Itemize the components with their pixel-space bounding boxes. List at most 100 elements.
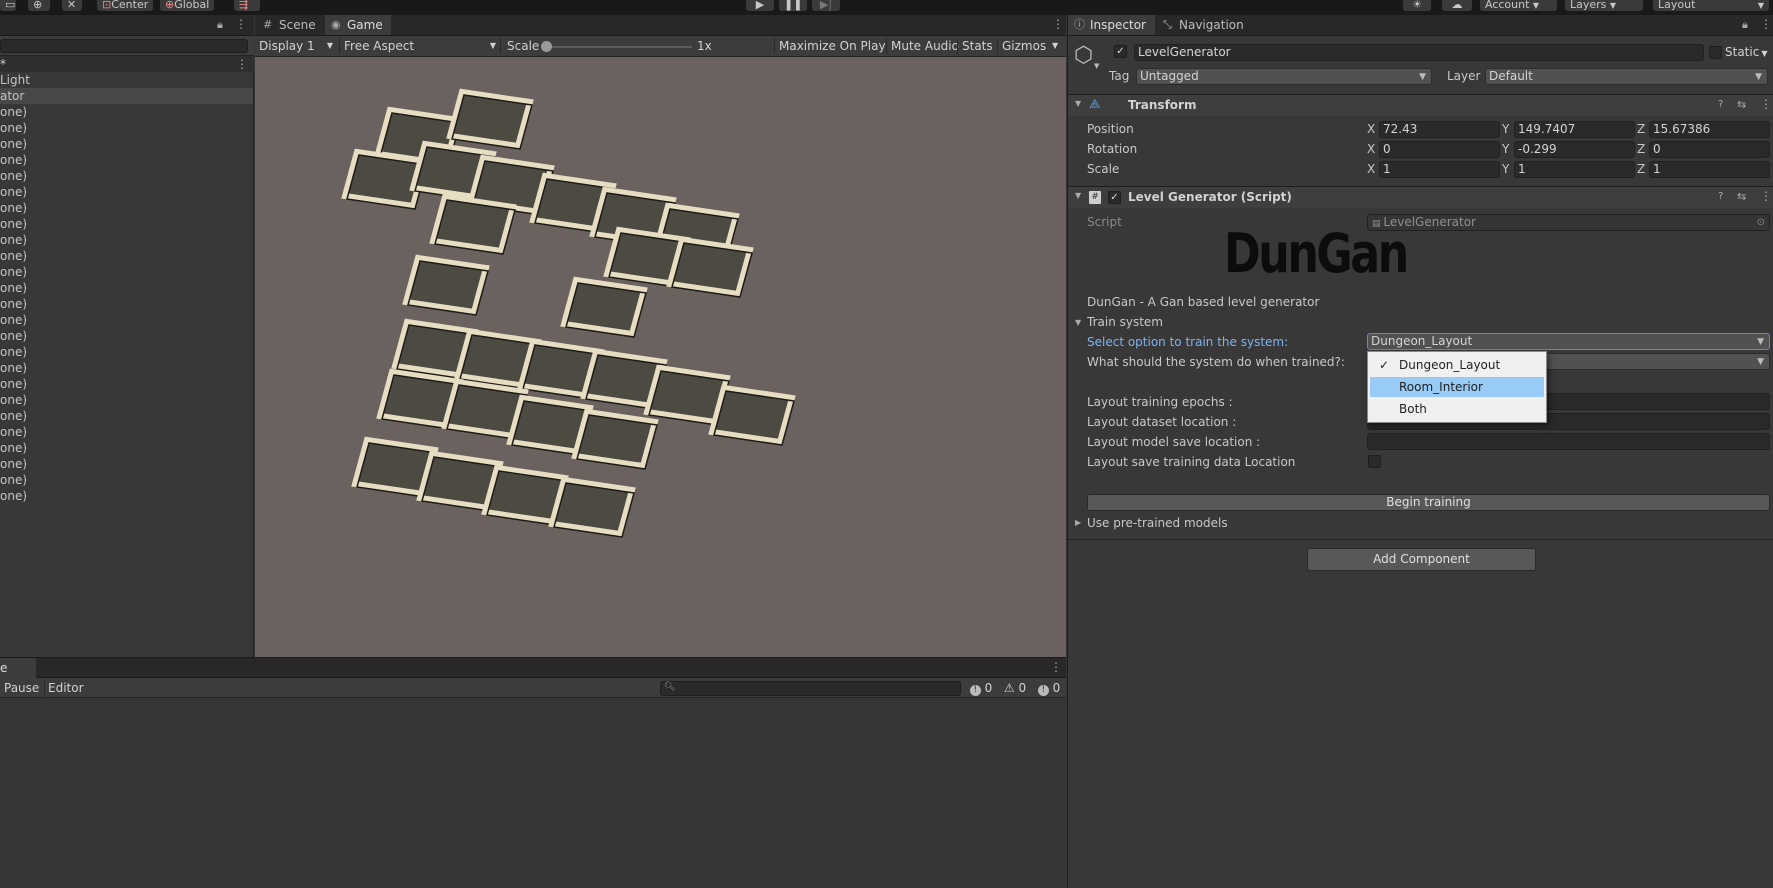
popup-option-room-interior[interactable]: Room_Interior: [1370, 377, 1544, 397]
error-count-toggle[interactable]: ! 0: [966, 680, 996, 696]
tag-dropdown[interactable]: Untagged ▼: [1136, 68, 1432, 85]
transform-tool-icon[interactable]: ⊕: [28, 0, 50, 11]
hierarchy-item[interactable]: one): [0, 456, 253, 472]
axis-y-label[interactable]: Y: [1502, 141, 1509, 157]
global-toggle-button[interactable]: ⊕Global: [160, 0, 215, 11]
axis-z-label[interactable]: Z: [1637, 161, 1645, 177]
active-checkbox[interactable]: ✓: [1114, 45, 1127, 58]
axis-z-label[interactable]: Z: [1637, 121, 1645, 137]
scale-slider-thumb[interactable]: [541, 41, 552, 52]
display-dropdown[interactable]: Display 1 ▼: [259, 38, 333, 54]
step-button[interactable]: ▶|: [812, 0, 840, 11]
hierarchy-item[interactable]: one): [0, 152, 253, 168]
hierarchy-item[interactable]: Light: [0, 72, 253, 88]
maximize-on-play-button[interactable]: Maximize On Play: [774, 38, 890, 54]
custom-tool-icon[interactable]: ✕: [62, 0, 82, 11]
more-menu-icon[interactable]: ⋮: [1760, 97, 1772, 111]
hierarchy-item[interactable]: one): [0, 376, 253, 392]
pause-button[interactable]: ❚❚: [779, 0, 807, 11]
scene-menu-icon[interactable]: ⋮: [236, 56, 248, 72]
services-icon[interactable]: ☀: [1403, 0, 1431, 11]
snap-icon[interactable]: ⇶: [234, 0, 260, 11]
tab-console[interactable]: e: [0, 658, 36, 678]
hierarchy-item[interactable]: one): [0, 344, 253, 360]
more-menu-icon[interactable]: ⋮: [1050, 660, 1062, 674]
model-save-location-input[interactable]: [1367, 433, 1770, 450]
hierarchy-item[interactable]: one): [0, 360, 253, 376]
more-menu-icon[interactable]: ⋮: [1760, 17, 1772, 31]
save-training-data-checkbox[interactable]: [1368, 455, 1381, 468]
more-menu-icon[interactable]: ⋮: [235, 17, 247, 31]
hierarchy-item[interactable]: one): [0, 440, 253, 456]
hierarchy-item[interactable]: one): [0, 184, 253, 200]
presets-icon[interactable]: ⇆: [1737, 190, 1746, 203]
hierarchy-item[interactable]: one): [0, 248, 253, 264]
scene-header-row[interactable]: * ⋮: [0, 56, 254, 72]
cloud-icon[interactable]: ☁: [1442, 0, 1472, 11]
console-log-area[interactable]: [0, 698, 1066, 888]
hierarchy-item[interactable]: one): [0, 312, 253, 328]
transform-y-input[interactable]: 1: [1514, 161, 1635, 178]
axis-z-label[interactable]: Z: [1637, 141, 1645, 157]
transform-z-input[interactable]: 0: [1649, 141, 1770, 158]
axis-x-label[interactable]: X: [1367, 121, 1375, 137]
console-search-input[interactable]: 🔍︎: [660, 681, 961, 696]
object-name-field[interactable]: LevelGenerator: [1134, 44, 1704, 61]
gizmos-button[interactable]: Gizmos: [997, 38, 1050, 54]
stats-button[interactable]: Stats: [957, 38, 997, 54]
chevron-down-icon[interactable]: ▼: [1052, 41, 1058, 50]
play-button[interactable]: ▶: [746, 0, 774, 11]
tab-navigation[interactable]: ⤡ Navigation: [1157, 15, 1257, 35]
more-menu-icon[interactable]: ⋮: [1052, 17, 1064, 31]
axis-x-label[interactable]: X: [1367, 141, 1375, 157]
script-reference-field[interactable]: ▤ LevelGenerator ⊙: [1367, 214, 1770, 231]
hierarchy-item[interactable]: one): [0, 168, 253, 184]
warning-count-toggle[interactable]: ⚠ 0: [1000, 680, 1030, 696]
begin-training-button[interactable]: Begin training: [1087, 494, 1770, 511]
account-dropdown[interactable]: Account ▼: [1480, 0, 1557, 11]
hierarchy-item[interactable]: one): [0, 120, 253, 136]
transform-x-input[interactable]: 0: [1379, 141, 1500, 158]
transform-x-input[interactable]: 72.43: [1379, 121, 1500, 138]
presets-icon[interactable]: ⇆: [1737, 98, 1746, 111]
hierarchy-item[interactable]: one): [0, 104, 253, 120]
train-option-dropdown[interactable]: Dungeon_Layout ▼: [1367, 333, 1770, 350]
rect-tool-icon[interactable]: ▭: [0, 0, 16, 11]
transform-y-input[interactable]: 149.7407: [1514, 121, 1635, 138]
hierarchy-item[interactable]: one): [0, 296, 253, 312]
more-menu-icon[interactable]: ⋮: [1760, 189, 1772, 203]
foldout-arrow-icon[interactable]: ▶: [1075, 518, 1081, 527]
hierarchy-search-input[interactable]: [0, 39, 248, 53]
static-checkbox[interactable]: [1709, 46, 1722, 59]
chevron-down-icon[interactable]: ▼: [1094, 62, 1099, 70]
axis-y-label[interactable]: Y: [1502, 161, 1509, 177]
transform-z-input[interactable]: 15.67386: [1649, 121, 1770, 138]
script-component-header[interactable]: ▼ # ✓ Level Generator (Script) ? ⇆ ⋮: [1068, 186, 1773, 208]
hierarchy-item[interactable]: ator: [0, 88, 253, 104]
aspect-dropdown[interactable]: Free Aspect ▼: [339, 38, 496, 54]
hierarchy-item[interactable]: one): [0, 264, 253, 280]
hierarchy-item[interactable]: one): [0, 488, 253, 504]
train-system-foldout[interactable]: Train system: [1087, 314, 1163, 330]
pretrained-foldout[interactable]: Use pre-trained models: [1087, 515, 1228, 531]
hierarchy-item[interactable]: one): [0, 200, 253, 216]
hierarchy-item[interactable]: one): [0, 408, 253, 424]
tab-game[interactable]: ◉ Game: [325, 15, 391, 35]
axis-y-label[interactable]: Y: [1502, 121, 1509, 137]
error-pause-button[interactable]: Pause: [0, 680, 39, 696]
transform-x-input[interactable]: 1: [1379, 161, 1500, 178]
layer-dropdown[interactable]: Default ▼: [1485, 68, 1768, 85]
foldout-arrow-icon[interactable]: ▼: [1075, 318, 1081, 327]
popup-option-both[interactable]: Both: [1370, 399, 1544, 419]
hierarchy-item[interactable]: one): [0, 328, 253, 344]
hierarchy-item[interactable]: one): [0, 136, 253, 152]
hierarchy-item[interactable]: one): [0, 280, 253, 296]
static-dropdown[interactable]: Static ▼: [1725, 44, 1767, 62]
layers-dropdown[interactable]: Layers ▼: [1565, 0, 1643, 11]
axis-x-label[interactable]: X: [1367, 161, 1375, 177]
tab-scene[interactable]: # Scene: [257, 15, 323, 35]
log-count-toggle[interactable]: ! 0: [1034, 680, 1064, 696]
hierarchy-item[interactable]: one): [0, 472, 253, 488]
hierarchy-item[interactable]: one): [0, 424, 253, 440]
layout-dropdown[interactable]: Layout ▼: [1653, 0, 1769, 11]
